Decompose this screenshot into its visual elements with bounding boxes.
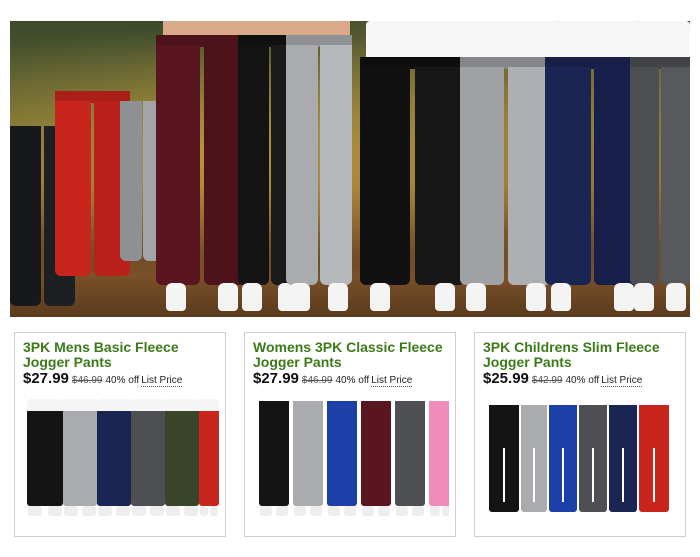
mini-pant-olive <box>165 399 199 516</box>
product-card-womens[interactable]: Womens 3PK Classic Fleece Jogger Pants $… <box>244 332 456 537</box>
mini-pant-gray <box>293 401 323 516</box>
mini-pant-charcoal <box>395 401 425 516</box>
mini-pant-gray <box>521 405 547 512</box>
product-card-mens[interactable]: 3PK Mens Basic Fleece Jogger Pants $27.9… <box>14 332 226 537</box>
discount-label: 40% off <box>565 375 600 386</box>
mini-pant-charcoal <box>579 405 607 512</box>
product-title[interactable]: Womens 3PK Classic Fleece Jogger Pants <box>253 340 449 370</box>
discount-label: 40% off <box>105 375 140 386</box>
hero-pant-gray-women <box>286 35 352 311</box>
list-price-label: List Price <box>371 375 413 387</box>
mini-pant-burgundy <box>361 401 391 516</box>
product-card-childrens[interactable]: 3PK Childrens Slim Fleece Jogger Pants $… <box>474 332 686 537</box>
product-image-childrens[interactable] <box>485 397 679 530</box>
sale-price: $27.99 <box>253 370 299 387</box>
mini-pant-royal-blue <box>549 405 577 512</box>
mini-pant-red <box>199 399 219 516</box>
hero-pant-red-folded <box>55 91 130 276</box>
list-price-label: List Price <box>141 375 183 387</box>
product-image-womens[interactable] <box>255 397 449 530</box>
original-price: $46.99 <box>71 375 103 386</box>
discount-label: 40% off <box>335 375 370 386</box>
price-row: $27.99 $46.99 40% off List Price <box>23 370 183 389</box>
product-title[interactable]: 3PK Childrens Slim Fleece Jogger Pants <box>483 340 679 370</box>
mini-pant-black <box>27 399 63 516</box>
product-title[interactable]: 3PK Mens Basic Fleece Jogger Pants <box>23 340 219 370</box>
price-row: $27.99 $46.99 40% off List Price <box>253 370 413 389</box>
mini-pant-navy <box>97 399 131 516</box>
hero-banner[interactable] <box>10 21 690 317</box>
hero-pant-navy-men <box>545 57 640 311</box>
mini-pant-black <box>489 405 519 512</box>
mini-pant-gray <box>63 399 97 516</box>
original-price: $46.99 <box>301 375 333 386</box>
sale-price: $27.99 <box>23 370 69 387</box>
mini-pant-black <box>259 401 289 516</box>
list-price-label: List Price <box>601 375 643 387</box>
sale-price: $25.99 <box>483 370 529 387</box>
mini-pant-charcoal <box>131 399 165 516</box>
hero-pant-burgundy <box>156 35 248 311</box>
original-price: $42.99 <box>531 375 563 386</box>
mini-pant-red <box>639 405 669 512</box>
mini-pant-pink <box>429 401 449 516</box>
mini-pant-navy <box>609 405 637 512</box>
hero-pant-charcoal-men <box>630 57 690 311</box>
product-image-mens[interactable] <box>25 397 219 530</box>
hero-pant-black-men <box>360 57 465 311</box>
mini-pant-royal-blue <box>327 401 357 516</box>
hero-pant-gray-men <box>460 57 552 311</box>
price-row: $25.99 $42.99 40% off List Price <box>483 370 643 389</box>
